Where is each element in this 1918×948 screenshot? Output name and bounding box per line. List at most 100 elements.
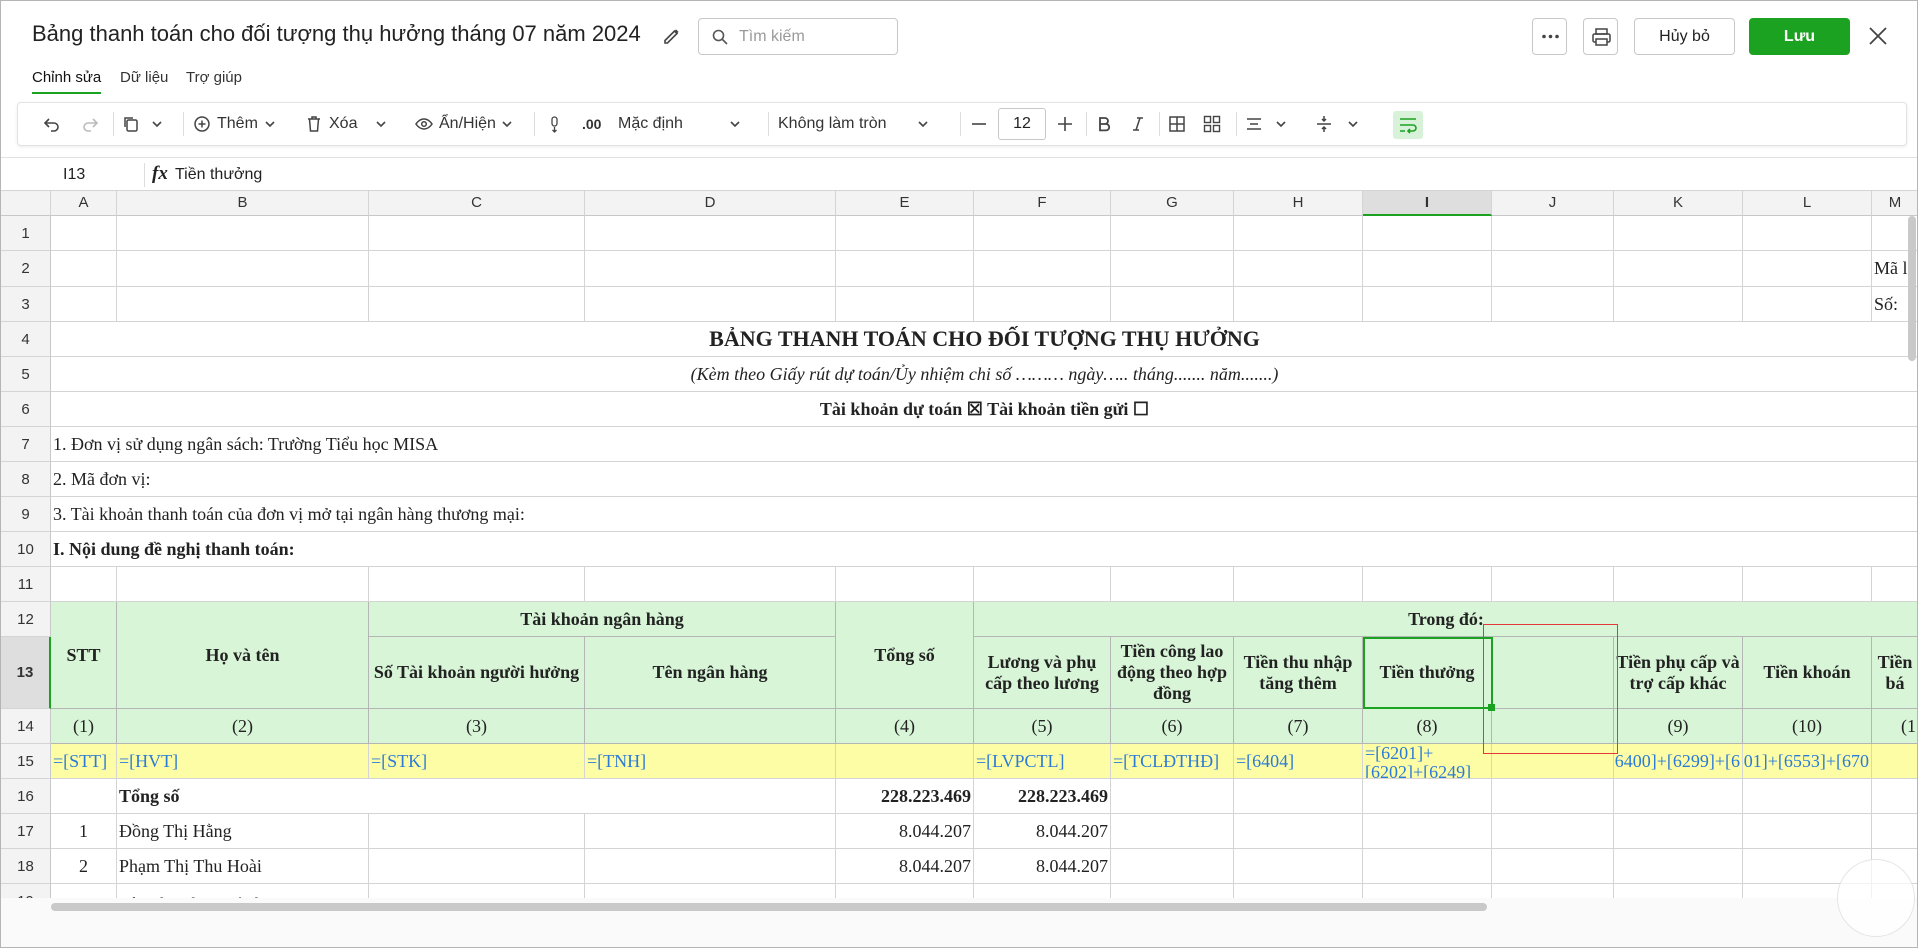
fill-handle[interactable] xyxy=(1488,704,1495,711)
sheet-cell[interactable] xyxy=(1743,216,1872,251)
sheet-cell[interactable] xyxy=(1111,567,1234,602)
sheet-cell[interactable] xyxy=(1234,567,1363,602)
salary-cell[interactable]: 8.044.207 xyxy=(974,814,1111,849)
sheet-cell[interactable] xyxy=(1614,567,1743,602)
sheet-cell[interactable] xyxy=(1234,849,1363,884)
sheet-cell[interactable] xyxy=(51,216,117,251)
sheet-cell[interactable] xyxy=(1363,216,1492,251)
save-button[interactable]: Lưu xyxy=(1749,18,1850,55)
vertical-align-button[interactable] xyxy=(1314,103,1363,145)
sheet-cell[interactable] xyxy=(369,849,585,884)
sheet-cell[interactable] xyxy=(1111,849,1234,884)
sheet-cell[interactable] xyxy=(974,216,1111,251)
row-header-2[interactable]: 2 xyxy=(1,251,51,287)
sheet-cell[interactable] xyxy=(836,216,974,251)
row-header-1[interactable]: 1 xyxy=(1,216,51,251)
row-header-4[interactable]: 4 xyxy=(1,322,51,357)
row-header-9[interactable]: 9 xyxy=(1,497,51,532)
select-all-corner[interactable] xyxy=(1,191,51,216)
sheet-cell[interactable] xyxy=(1614,216,1743,251)
floating-assistant-button[interactable] xyxy=(1837,859,1915,937)
header-bank-account[interactable]: Tài khoản ngân hàng xyxy=(369,602,836,637)
sheet-cell[interactable] xyxy=(1363,251,1492,287)
column-header-b[interactable]: B xyxy=(117,191,369,216)
sheet-cell[interactable] xyxy=(585,287,836,322)
header-total[interactable]: Tổng số xyxy=(836,602,974,709)
borders-button[interactable] xyxy=(1167,103,1187,145)
number-format-select[interactable]: Mặc định xyxy=(618,103,745,145)
column-header-h[interactable]: H xyxy=(1234,191,1363,216)
rounding-select[interactable]: Không làm tròn xyxy=(778,103,933,145)
index-cell[interactable]: (8) xyxy=(1363,709,1492,744)
budget-unit-cell[interactable]: 1. Đơn vị sử dụng ngân sách: Trường Tiểu… xyxy=(51,427,1917,462)
decrease-font-size-button[interactable] xyxy=(969,103,989,145)
formula-cell[interactable]: =[STK] xyxy=(369,744,585,779)
account-type-cell[interactable]: Tài khoản dự toán ☒ Tài khoản tiền gửi ☐ xyxy=(51,392,1917,427)
formula-cell[interactable]: =[6404] xyxy=(1234,744,1363,779)
column-header-f[interactable]: F xyxy=(974,191,1111,216)
index-cell[interactable]: (7) xyxy=(1234,709,1363,744)
formula-cell[interactable]: =[TNH] xyxy=(585,744,836,779)
row-header-13[interactable]: 13 xyxy=(1,637,51,709)
sheet-cell[interactable] xyxy=(1492,567,1614,602)
formula-cell[interactable]: =[HVT] xyxy=(117,744,369,779)
decrease-decimal-button[interactable] xyxy=(544,103,564,145)
row-header-3[interactable]: 3 xyxy=(1,287,51,322)
sheet-cell[interactable] xyxy=(117,567,369,602)
row-header-12[interactable]: 12 xyxy=(1,602,51,637)
sheet-cell[interactable] xyxy=(369,287,585,322)
show-hide-button[interactable]: Ẩn/Hiện xyxy=(414,103,517,145)
sheet-cell[interactable] xyxy=(1614,849,1743,884)
print-button[interactable] xyxy=(1583,18,1618,55)
column-header-d[interactable]: D xyxy=(585,191,836,216)
row-header-17[interactable]: 17 xyxy=(1,814,51,849)
formula-cell[interactable] xyxy=(1872,744,1917,779)
index-cell[interactable]: (1 xyxy=(1872,709,1917,744)
column-header-a[interactable]: A xyxy=(51,191,117,216)
column-header-l[interactable]: L xyxy=(1743,191,1872,216)
header-contract-labor[interactable]: Tiền công lao động theo hợp đồng xyxy=(1111,637,1234,709)
sheet-cell[interactable] xyxy=(1743,814,1872,849)
sheet-cell[interactable] xyxy=(1111,287,1234,322)
increase-font-size-button[interactable] xyxy=(1055,103,1075,145)
index-cell[interactable]: (9) xyxy=(1614,709,1743,744)
index-cell[interactable]: (4) xyxy=(836,709,974,744)
sheet-cell[interactable] xyxy=(974,567,1111,602)
row-header-14[interactable]: 14 xyxy=(1,709,51,744)
pencil-edit-icon[interactable] xyxy=(662,26,682,46)
sheet-cell[interactable] xyxy=(369,216,585,251)
sheet-cell[interactable] xyxy=(369,251,585,287)
amount-cell[interactable]: 8.044.207 xyxy=(836,814,974,849)
sheet-cell[interactable] xyxy=(369,567,585,602)
row-header-11[interactable]: 11 xyxy=(1,567,51,602)
sheet-cell[interactable] xyxy=(585,849,836,884)
index-cell[interactable] xyxy=(1492,709,1614,744)
sheet-cell[interactable] xyxy=(1234,779,1363,814)
sheet-cell[interactable] xyxy=(1614,814,1743,849)
row-header-7[interactable]: 7 xyxy=(1,427,51,462)
index-cell[interactable]: (3) xyxy=(369,709,585,744)
header-empty-j[interactable] xyxy=(1492,637,1614,709)
name-cell[interactable]: Phạm Thị Thu Hoài xyxy=(117,849,369,884)
column-header-m[interactable]: M xyxy=(1872,191,1917,216)
sheet-cell[interactable] xyxy=(585,567,836,602)
sheet-cell[interactable] xyxy=(1743,567,1872,602)
sheet-cell[interactable] xyxy=(1872,814,1917,849)
search-input[interactable]: Tìm kiếm xyxy=(698,18,898,55)
sheet-cell[interactable] xyxy=(369,814,585,849)
sheet-cell[interactable] xyxy=(117,216,369,251)
tab-help[interactable]: Trợ giúp xyxy=(186,69,242,86)
redo-button[interactable] xyxy=(80,103,100,145)
sheet-cell[interactable] xyxy=(117,287,369,322)
amount-cell[interactable]: 8.044.207 xyxy=(836,849,974,884)
total-label-cell[interactable]: Tổng số xyxy=(117,779,836,814)
sheet-cell[interactable] xyxy=(585,251,836,287)
index-cell[interactable]: (2) xyxy=(117,709,369,744)
sheet-cell[interactable] xyxy=(585,814,836,849)
merge-cells-button[interactable] xyxy=(1202,103,1222,145)
report-title-cell[interactable]: BẢNG THANH TOÁN CHO ĐỐI TƯỢNG THỤ HƯỞNG xyxy=(51,322,1917,357)
sheet-cell[interactable] xyxy=(1872,567,1917,602)
sheet-cell[interactable] xyxy=(1111,251,1234,287)
row-header-16[interactable]: 16 xyxy=(1,779,51,814)
sheet-cell[interactable] xyxy=(836,567,974,602)
